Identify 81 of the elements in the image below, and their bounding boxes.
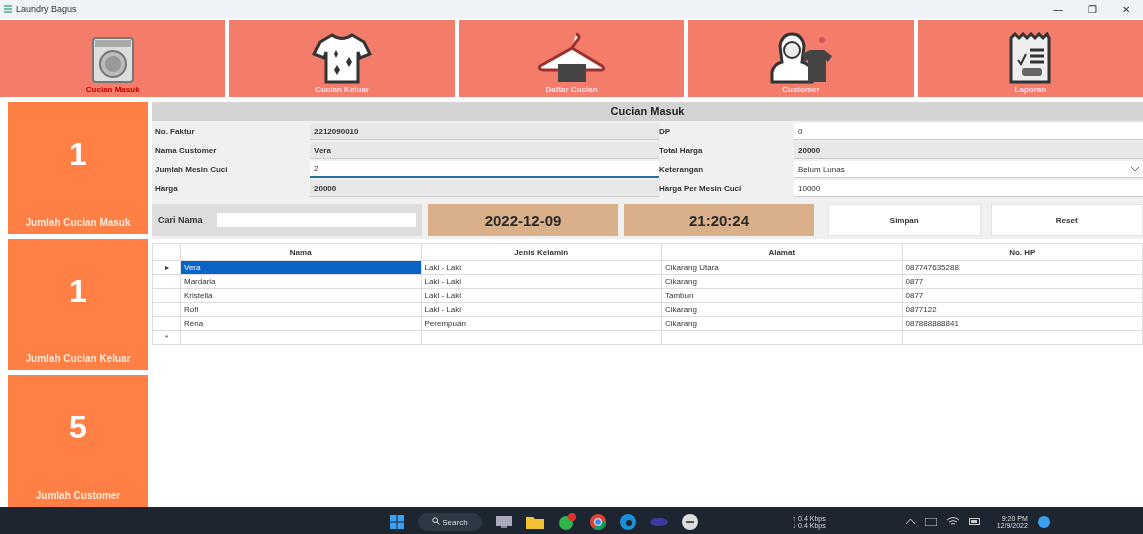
row-marker: * bbox=[152, 330, 181, 345]
input-field[interactable]: 20000 bbox=[310, 180, 659, 197]
column-header[interactable]: Jenis Kelamin bbox=[421, 243, 662, 261]
table-cell: Cikarang Utara bbox=[661, 260, 902, 275]
notepad-checklist-icon bbox=[1008, 32, 1053, 84]
stat-label: Jumlah Cucian Keluar bbox=[25, 353, 131, 365]
folder-icon[interactable] bbox=[525, 514, 544, 529]
table-cell: Tambun bbox=[661, 288, 902, 303]
date-display: 2022-12-09 bbox=[428, 204, 618, 236]
row-header bbox=[152, 274, 181, 289]
row-header bbox=[152, 316, 181, 331]
table-cell: Cikarang bbox=[661, 302, 902, 317]
row-header bbox=[152, 302, 181, 317]
field-label: No. Faktur bbox=[155, 127, 196, 136]
table-cell: Laki - Laki bbox=[421, 288, 662, 303]
input-field[interactable]: 10000 bbox=[794, 180, 1143, 197]
row-header bbox=[152, 288, 181, 303]
column-header[interactable]: Alamat bbox=[661, 243, 902, 261]
table-cell: Cikarang bbox=[661, 274, 902, 289]
field-label: Harga bbox=[155, 184, 179, 193]
field-label: Total Harga bbox=[659, 146, 704, 155]
washing-machine-icon bbox=[90, 36, 135, 84]
row-marker: ▸ bbox=[152, 260, 181, 275]
action-button[interactable]: Reset bbox=[990, 204, 1143, 236]
shirt-icon bbox=[312, 32, 373, 84]
browser-icon[interactable] bbox=[589, 513, 606, 530]
wifi-icon[interactable] bbox=[946, 517, 959, 526]
table-cell: Laki - Laki bbox=[421, 260, 662, 275]
stat-label: Jumlah Cucian Masuk bbox=[25, 216, 131, 228]
table-cell: 087747635288 bbox=[902, 260, 1143, 275]
table-cell: 0877 bbox=[902, 288, 1143, 303]
column-header[interactable]: No. HP bbox=[902, 243, 1143, 261]
battery-icon[interactable] bbox=[968, 518, 981, 525]
table-cell: Perempuan bbox=[421, 316, 662, 331]
hanger-icon bbox=[535, 32, 608, 84]
app-icon[interactable] bbox=[681, 513, 698, 530]
table-cell: Mardaria bbox=[180, 274, 421, 289]
notification-icon[interactable] bbox=[1037, 515, 1050, 528]
column-header[interactable]: Nama bbox=[180, 243, 421, 261]
keyboard-icon[interactable] bbox=[924, 517, 937, 526]
table-cell: 0877 bbox=[902, 274, 1143, 289]
field-label: Keterangan bbox=[659, 165, 704, 174]
stat-value: 1 bbox=[69, 136, 87, 173]
search-field[interactable] bbox=[216, 213, 416, 227]
field-label: DP bbox=[659, 127, 672, 136]
input-field[interactable]: 2212090010 bbox=[310, 123, 659, 140]
monitor-icon[interactable] bbox=[495, 515, 512, 528]
action-button[interactable]: Simpan bbox=[828, 204, 981, 236]
table-cell: Rofi bbox=[180, 302, 421, 317]
chevron-up-icon[interactable] bbox=[905, 519, 915, 524]
table-cell: Kristella bbox=[180, 288, 421, 303]
table-cell: Laki - Laki bbox=[421, 274, 662, 289]
table-cell: Rena bbox=[180, 316, 421, 331]
input-field[interactable]: 2 bbox=[310, 161, 659, 178]
window-control[interactable]: ❐ bbox=[1075, 3, 1109, 15]
stat-value: 5 bbox=[69, 409, 87, 447]
field-label: Nama Customer bbox=[155, 146, 218, 155]
search-label: Cari Nama bbox=[158, 215, 203, 225]
field-label: Harga Per Mesin Cuci bbox=[659, 184, 743, 193]
form-title: Cucian Masuk bbox=[152, 102, 1143, 121]
input-field[interactable]: 20000 bbox=[794, 142, 1143, 159]
input-field[interactable]: 0 bbox=[794, 123, 1143, 140]
stat-label: Jumlah Customer bbox=[35, 490, 121, 501]
search-icon bbox=[432, 516, 440, 525]
stat-value: 1 bbox=[69, 272, 87, 310]
field-label: Jumlah Mesin Cuci bbox=[155, 165, 229, 174]
chat-icon[interactable] bbox=[557, 512, 576, 531]
table-cell: Laki - Laki bbox=[421, 302, 662, 317]
time-display: 21:20:24 bbox=[624, 204, 814, 236]
window-title: Laundry Bagus bbox=[16, 4, 77, 14]
table-cell: 0877122 bbox=[902, 302, 1143, 317]
window-control[interactable]: — bbox=[1041, 3, 1075, 15]
dropdown[interactable]: Belum Lunas bbox=[794, 161, 1143, 178]
taskbar-search[interactable]: Search bbox=[418, 512, 482, 531]
table-cell: Cikarang bbox=[661, 316, 902, 331]
input-field[interactable]: Vera bbox=[310, 142, 659, 159]
app-icon bbox=[4, 5, 12, 13]
start-icon[interactable] bbox=[390, 514, 404, 529]
table-cell: 087888888841 bbox=[902, 316, 1143, 331]
window-control[interactable]: ✕ bbox=[1109, 3, 1143, 15]
chevron-down-icon bbox=[1131, 166, 1139, 172]
